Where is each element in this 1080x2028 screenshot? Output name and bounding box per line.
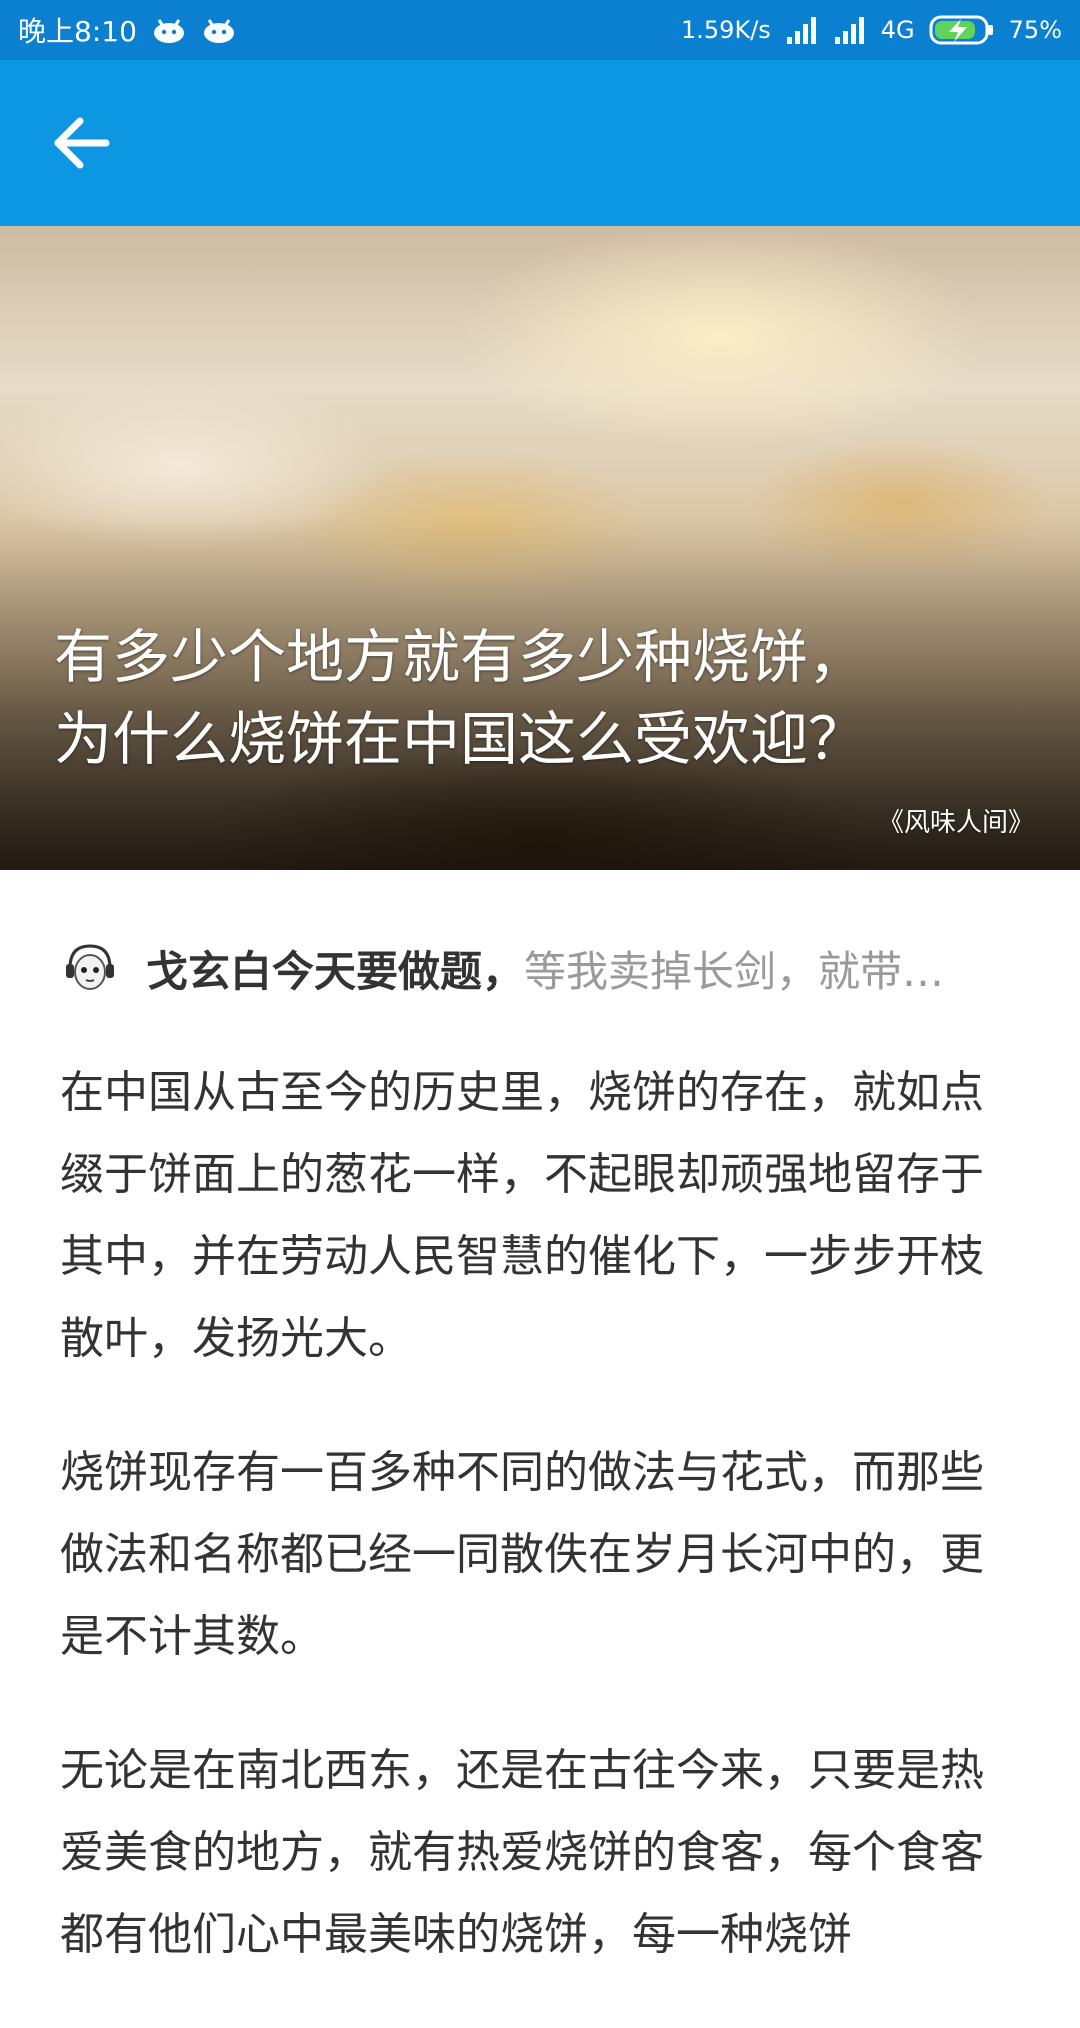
signal-icon [834,17,864,44]
android-bug-icon [153,19,184,43]
battery-charging-icon [929,15,993,45]
status-time: 晚上8:10 [18,15,137,48]
back-arrow-icon [54,117,110,169]
hero-image: 有多少个地方就有多少种烧饼， 为什么烧饼在中国这么受欢迎？ 《风味人间》 [0,226,1080,870]
author-info[interactable]: 戈玄白今天要做题，等我卖掉长剑，就带… [146,938,1014,999]
author-row[interactable]: 戈玄白今天要做题，等我卖掉长剑，就带… [60,930,1020,1006]
article-paragraph: 在中国从古至今的历史里，烧饼的存在，就如点缀于饼面上的葱花一样，不起眼却顽强地留… [60,1067,984,1364]
status-bar-right: 1.59K/s 4G 75% [681,14,1062,46]
article-title-line: 为什么烧饼在中国这么受欢迎？ [54,705,867,773]
app-bar [0,60,1080,226]
battery-percent: 75% [1008,16,1062,44]
author-separator: ， [482,946,525,996]
back-button[interactable] [42,110,122,176]
article-title-line: 有多少个地方就有多少种烧饼， [54,623,867,691]
network-type: 4G [880,16,915,44]
author-bio: 等我卖掉长剑，就带… [524,946,945,996]
article-body: 在中国从古至今的历史里，烧饼的存在，就如点缀于饼面上的葱花一样，不起眼却顽强地留… [60,1052,1020,2028]
image-source-caption: 《风味人间》 [877,808,1034,838]
android-bug-icon [203,19,234,43]
avatar[interactable] [60,938,120,998]
signal-icon [786,17,816,44]
network-speed: 1.59K/s [681,16,771,44]
article-title: 有多少个地方就有多少种烧饼， 为什么烧饼在中国这么受欢迎？ [54,616,1014,780]
author-name[interactable]: 戈玄白今天要做题 [146,947,482,996]
article-paragraph: 无论是在南北西东，还是在古往今来，只要是热爱美食的地方，就有热爱烧饼的食客，每个… [60,1745,984,1960]
status-bar-left: 晚上8:10 [18,10,237,50]
article-paragraph: 烧饼现存有一百多种不同的做法与花式，而那些做法和名称都已经一同散佚在岁月长河中的… [60,1447,984,1662]
status-bar: 晚上8:10 1.59K/s 4G 75% [0,0,1080,60]
